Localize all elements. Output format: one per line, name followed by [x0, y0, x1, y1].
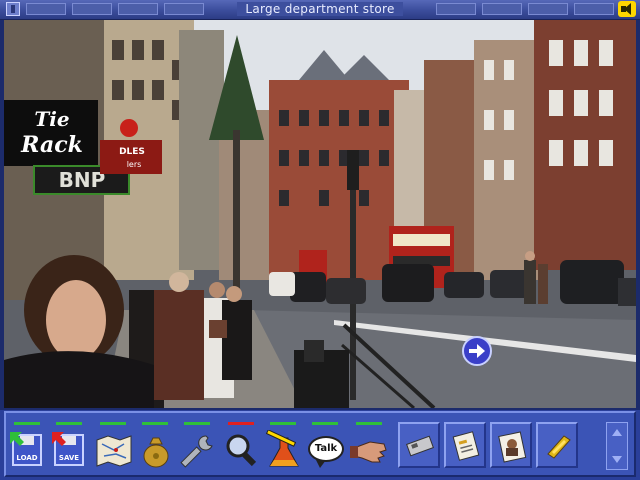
flask-icon: [265, 430, 299, 467]
hand-icon: [350, 441, 387, 463]
load-button[interactable]: LOAD: [8, 422, 48, 470]
game-window: Large department store Tie Rack BNP DLES…: [0, 0, 640, 480]
money-button[interactable]: [136, 422, 176, 470]
title-bar: Large department store: [0, 0, 640, 20]
talk-button[interactable]: Talk: [306, 422, 346, 470]
store-sign-line2: Rack: [20, 132, 83, 158]
photo-icon: [498, 431, 527, 463]
scroll-up-icon[interactable]: [612, 429, 622, 436]
save-label: SAVE: [58, 454, 80, 462]
inventory-slot-3[interactable]: [490, 422, 532, 468]
save-button[interactable]: SAVE: [50, 422, 90, 470]
store-sign-line1: Tie: [34, 107, 69, 131]
wrench-icon: [180, 435, 213, 468]
map-icon: [96, 435, 132, 467]
inventory-scrollbar[interactable]: [606, 422, 628, 470]
load-label: LOAD: [16, 454, 38, 462]
toolbar: LOAD SAVE Talk: [0, 410, 640, 480]
speaker-icon[interactable]: [618, 1, 636, 17]
analyse-button[interactable]: [264, 422, 304, 470]
use-button[interactable]: [178, 422, 218, 470]
examine-button[interactable]: [222, 422, 262, 470]
right-arrow-icon[interactable]: [462, 336, 492, 366]
scroll-down-icon[interactable]: [612, 456, 622, 463]
gold-bar-icon: [547, 435, 571, 459]
red-arrow-icon: [52, 432, 66, 446]
sign-red: DLES: [119, 147, 145, 157]
inventory-slot-1[interactable]: [398, 422, 440, 468]
magnifier-icon: [226, 434, 257, 467]
sign-bnp: BNP: [59, 168, 106, 192]
keycard-icon: [406, 435, 434, 457]
game-scene[interactable]: Tie Rack BNP DLES lers: [4, 20, 636, 408]
inventory-slot-2[interactable]: [444, 422, 486, 468]
talk-bubble-icon: Talk: [308, 436, 344, 468]
inventory-panel: [398, 422, 604, 470]
document-icon: [452, 431, 480, 461]
talk-label: Talk: [314, 443, 338, 454]
money-bag-icon: [143, 437, 169, 468]
sign-red-sub: lers: [127, 160, 142, 169]
inventory-slot-4[interactable]: [536, 422, 578, 468]
window-title: Large department store: [237, 2, 403, 16]
map-button[interactable]: [94, 422, 134, 470]
take-button[interactable]: [350, 422, 390, 470]
green-arrow-icon: [10, 432, 24, 446]
